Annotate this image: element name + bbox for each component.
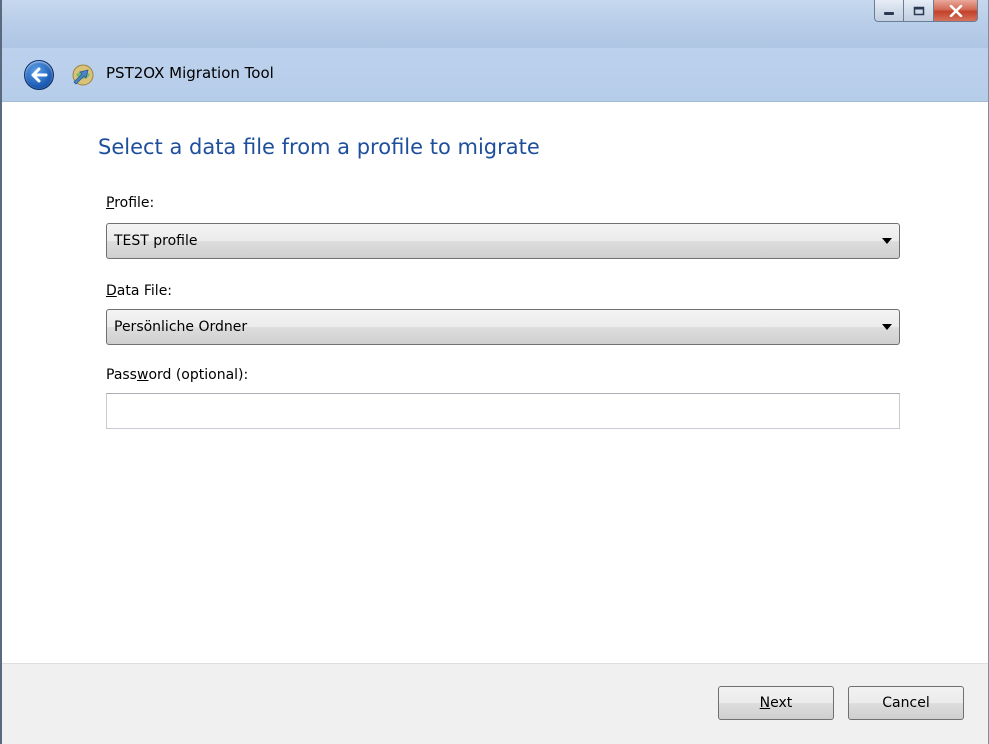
profile-dropdown[interactable]: TEST profile <box>106 223 900 259</box>
nav-bar: PST2OX Migration Tool <box>2 48 988 102</box>
close-button[interactable] <box>934 0 978 22</box>
profile-label-accel: P <box>106 195 115 211</box>
password-label: Password (optional): <box>106 367 248 383</box>
wizard-content: Select a data file from a profile to mig… <box>2 103 988 663</box>
data-file-label: Data File: <box>106 283 172 299</box>
maximize-icon <box>913 6 924 15</box>
window-title: PST2OX Migration Tool <box>106 64 274 82</box>
minimize-button[interactable] <box>874 0 904 22</box>
chevron-down-icon <box>875 238 899 244</box>
app-icon <box>72 64 94 86</box>
maximize-button[interactable] <box>904 0 934 22</box>
caption-buttons <box>874 0 978 22</box>
back-arrow-icon <box>31 67 48 83</box>
profile-dropdown-value: TEST profile <box>114 233 198 249</box>
cancel-button[interactable]: Cancel <box>848 686 964 720</box>
password-input[interactable] <box>106 393 900 429</box>
password-label-accel: w <box>136 367 149 383</box>
profile-label-rest: rofile: <box>114 195 155 211</box>
minimize-icon <box>884 11 894 15</box>
wizard-footer: Next Cancel <box>2 663 988 744</box>
next-button-rest: ext <box>770 695 793 711</box>
data-file-dropdown-value: Persönliche Ordner <box>114 319 248 335</box>
data-file-label-rest: ata File: <box>116 283 173 299</box>
back-button[interactable] <box>24 60 54 90</box>
data-file-dropdown[interactable]: Persönliche Ordner <box>106 309 900 345</box>
page-title: Select a data file from a profile to mig… <box>98 135 540 159</box>
password-label-rest: ord (optional): <box>148 367 249 383</box>
chevron-down-icon <box>875 324 899 330</box>
wizard-window: PST2OX Migration Tool Select a data file… <box>0 0 989 744</box>
next-button[interactable]: Next <box>718 686 834 720</box>
profile-label: Profile: <box>106 195 154 211</box>
next-button-accel: N <box>759 695 771 711</box>
password-label-pre: Pass <box>106 367 137 383</box>
title-bar[interactable] <box>2 0 988 48</box>
data-file-label-accel: D <box>106 283 117 299</box>
close-icon <box>949 4 962 17</box>
